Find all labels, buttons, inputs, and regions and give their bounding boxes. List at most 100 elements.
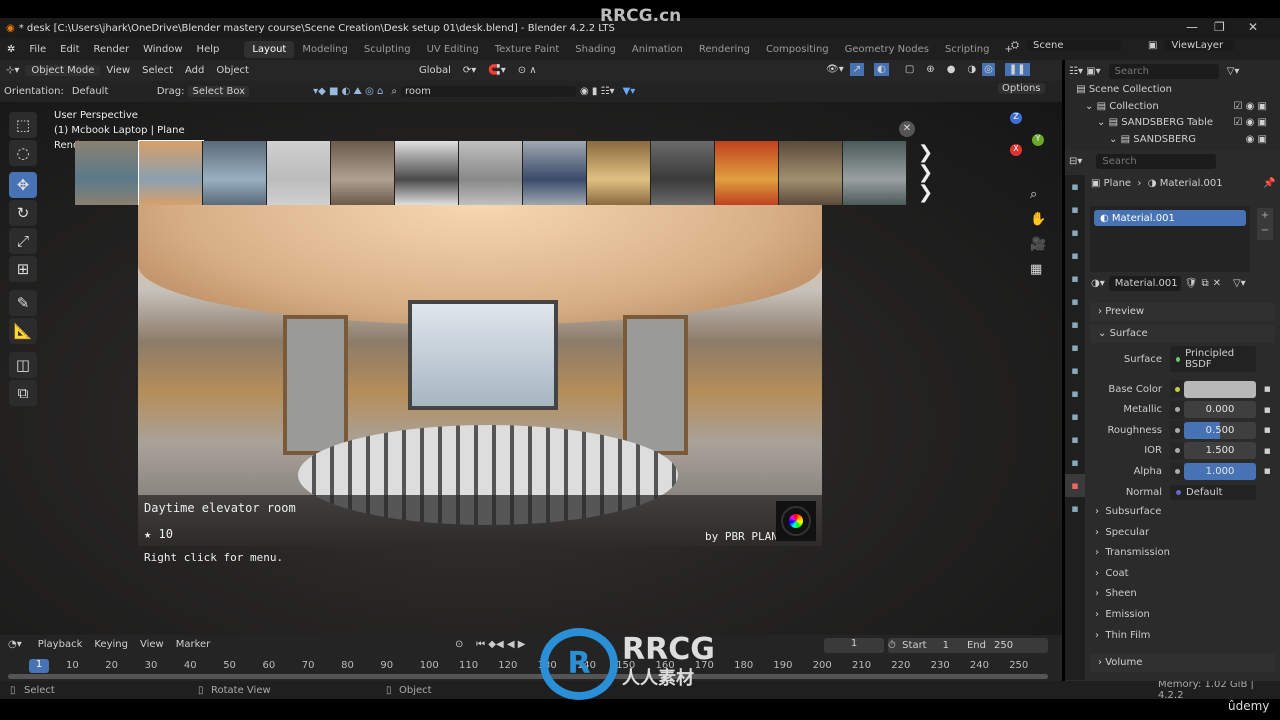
asset-thumbnail[interactable] [138, 140, 204, 206]
physics-tab-icon[interactable]: ▪ [1065, 405, 1085, 428]
expand-icon[interactable]: ⌄ [1109, 134, 1117, 145]
subpanel-header[interactable]: › Sheen [1095, 588, 1137, 599]
tab-modeling[interactable]: Modeling [294, 41, 356, 58]
timeline-view-menu[interactable]: View [134, 639, 170, 650]
outliner-item[interactable]: ▤ Scene Collection [1073, 84, 1273, 95]
subpanel-header[interactable]: › Coat [1095, 568, 1129, 579]
tool-tab-icon[interactable]: ▪ [1065, 175, 1085, 198]
shading-material-icon[interactable]: ◑ [961, 64, 982, 75]
fake-user-icon[interactable]: 🛡 [1185, 278, 1198, 289]
mode-dropdown[interactable]: Object Mode [25, 65, 101, 76]
frame-ruler[interactable]: 10 20 30 40 50 60 70 80 90 100 110 120 130 140 150 160 1… [0, 659, 1062, 673]
volume-panel-header[interactable]: › Volume [1090, 654, 1275, 672]
snap-icon[interactable]: 🧲▾ [482, 65, 511, 76]
scene-tab-icon[interactable]: ▪ [1065, 267, 1085, 290]
constraints-tab-icon[interactable]: ▪ [1065, 428, 1085, 451]
tab-uv-editing[interactable]: UV Editing [419, 41, 487, 58]
blender-menu-icon[interactable]: ✲ [0, 44, 22, 55]
minimize-button[interactable]: — [1186, 20, 1198, 34]
socket-icon[interactable] [1170, 462, 1184, 481]
properties-editor-icon[interactable]: ⊟▾ [1069, 156, 1082, 167]
material-slot[interactable]: ◐ Material.001 [1094, 210, 1246, 226]
visibility-icon[interactable]: 👁▾ [820, 64, 850, 75]
socket-icon[interactable] [1170, 441, 1184, 460]
properties-editor[interactable]: ⊟▾ Search ▪ ▪ ▪ ▪ ▪ ▪ ▪ ▪ ▪ ▪ ▪ ▪ ▪ ▪ ▪ ▣ Plane › ◑ Ma… [1065, 150, 1280, 681]
visibility-toggles[interactable]: ☑ ◉ ▣ [1234, 117, 1268, 128]
outliner-item[interactable]: ⌄ ▤ SANDSBERG ◉ ▣ [1109, 134, 1273, 145]
menu-render[interactable]: Render [87, 44, 137, 55]
playback-controls[interactable]: ⏮ ◆◀ ◀ ▶ [476, 639, 525, 650]
options-dropdown[interactable]: Options [998, 83, 1045, 94]
material-browse-icon[interactable]: ◑▾ [1091, 278, 1105, 289]
subpanel-header[interactable]: › Specular [1095, 527, 1149, 538]
select-box-tool[interactable]: ⬚ [9, 112, 37, 138]
proportional-edit-icon[interactable]: ⊙ ∧ [512, 65, 543, 76]
subpanel-header[interactable]: › Emission [1095, 609, 1150, 620]
extra-tool[interactable]: ⧉ [9, 380, 37, 406]
outliner-filter-mode-icon[interactable]: ▣▾ [1086, 66, 1100, 77]
expand-icon[interactable]: ⌄ [1085, 101, 1093, 112]
unlink-material-icon[interactable]: ✕ [1213, 278, 1221, 289]
gizmo-z-axis[interactable]: Z [1010, 112, 1022, 124]
asset-filter-icons[interactable]: ▾◆ ■ ◐ ⛰ ◎ ⌂ [309, 86, 387, 97]
filter-icon[interactable]: ▼▾ [619, 86, 640, 97]
annotate-tool[interactable]: ✎ [9, 290, 37, 316]
keyframe-dot-icon[interactable]: ■ [1264, 406, 1271, 414]
duplicate-material-icon[interactable]: ⧉ [1201, 278, 1208, 289]
asset-search-input[interactable]: room [400, 86, 576, 97]
orientation-dropdown[interactable]: Default [68, 86, 153, 97]
timeline-editor-icon[interactable]: ◔▾ [8, 639, 22, 650]
material-type-icon[interactable]: ▽▾ [1233, 278, 1246, 289]
subpanel-header[interactable]: › Transmission [1095, 547, 1170, 558]
next-page-arrow-2[interactable]: ❯ [918, 162, 933, 183]
outliner-search-input[interactable]: Search [1108, 63, 1219, 79]
maximize-button[interactable]: ❐ [1214, 20, 1225, 34]
shading-wireframe-icon[interactable]: ⊕ [920, 64, 940, 75]
outliner-item[interactable]: ⌄ ▤ Collection ☑ ◉ ▣ [1085, 101, 1273, 112]
material-tab-icon[interactable]: ▪ [1065, 474, 1085, 497]
asset-thumbnail[interactable] [203, 141, 267, 205]
scene-icon[interactable]: ⛭ [1004, 40, 1026, 51]
property-value-field[interactable]: 0.000 [1184, 401, 1256, 419]
grid-icon[interactable]: ▦ [1030, 257, 1046, 282]
asset-thumbnail[interactable] [715, 141, 779, 205]
select-menu[interactable]: Select [136, 65, 179, 76]
menu-help[interactable]: Help [190, 44, 227, 55]
collection-tab-icon[interactable]: ▪ [1065, 313, 1085, 336]
keyframe-dot-icon[interactable]: ■ [1264, 447, 1271, 455]
properties-search-input[interactable]: Search [1096, 153, 1217, 169]
menu-edit[interactable]: Edit [53, 44, 86, 55]
measure-tool[interactable]: 📐 [9, 318, 37, 344]
close-button[interactable]: ✕ [1248, 20, 1258, 34]
gizmo-icon[interactable]: ↗ [849, 63, 865, 76]
tab-compositing[interactable]: Compositing [758, 41, 837, 58]
navigation-gizmo[interactable]: Z Y X [1000, 110, 1052, 162]
timeline-scrollbar[interactable] [8, 674, 1048, 679]
modifier-tab-icon[interactable]: ▪ [1065, 359, 1085, 382]
close-asset-popup-button[interactable]: ✕ [899, 121, 915, 137]
preview-panel-header[interactable]: › Preview [1090, 303, 1275, 321]
keyframe-dot-icon[interactable]: ■ [1264, 426, 1271, 434]
object-menu[interactable]: Object [210, 65, 255, 76]
current-frame-field[interactable]: 1 [824, 638, 884, 653]
playback-menu[interactable]: Playback [32, 639, 89, 650]
gizmo-x-axis[interactable]: X [1010, 144, 1022, 156]
add-menu[interactable]: Add [179, 65, 210, 76]
add-cube-tool[interactable]: ◫ [9, 352, 37, 378]
surface-shader-field[interactable]: Principled BSDF [1170, 346, 1256, 372]
world-tab-icon[interactable]: ▪ [1065, 290, 1085, 313]
property-value-field[interactable]: 1.500 [1184, 442, 1256, 460]
asset-thumbnail[interactable] [779, 141, 843, 205]
move-tool[interactable]: ✥ [9, 172, 37, 198]
asset-thumbnail[interactable] [843, 141, 907, 205]
pin-icon[interactable]: 📌 [1263, 178, 1275, 189]
end-frame-field[interactable]: 250 [994, 640, 1013, 651]
shading-solid-icon[interactable]: ● [941, 64, 962, 75]
asset-thumbnail[interactable] [459, 141, 523, 205]
tab-shading[interactable]: Shading [567, 41, 624, 58]
particles-tab-icon[interactable]: ▪ [1065, 382, 1085, 405]
object-tab-icon[interactable]: ▪ [1065, 336, 1085, 359]
asset-thumbnail[interactable] [587, 141, 651, 205]
property-value-field[interactable]: 1.000 [1184, 462, 1256, 480]
texture-tab-icon[interactable]: ▪ [1065, 497, 1085, 520]
